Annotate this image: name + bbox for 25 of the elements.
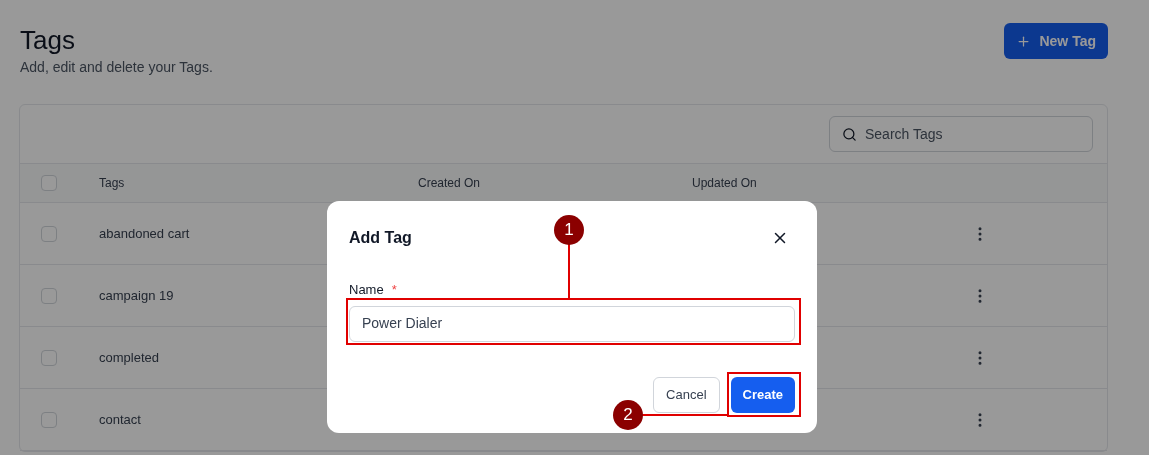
tag-name: abandoned cart xyxy=(99,224,190,243)
page-subtitle: Add, edit and delete your Tags. xyxy=(20,58,213,77)
row-checkbox[interactable] xyxy=(41,411,57,428)
plus-icon xyxy=(1016,33,1032,49)
tag-name: campaign 19 xyxy=(99,286,174,305)
cancel-button[interactable]: Cancel xyxy=(653,376,720,413)
name-input[interactable]: Power Dialer xyxy=(349,305,795,342)
column-header: Updated On xyxy=(692,175,757,192)
column-header: Created On xyxy=(418,175,482,192)
page-title: Tags xyxy=(20,24,75,57)
create-button[interactable]: Create xyxy=(730,376,795,413)
required-marker: * xyxy=(391,281,397,299)
search-icon xyxy=(842,126,857,142)
column-header: Tags xyxy=(99,175,126,192)
row-checkbox[interactable] xyxy=(41,349,57,366)
tag-name: completed xyxy=(99,348,159,367)
dialog-title: Add Tag xyxy=(349,228,412,248)
tag-name: contact xyxy=(99,410,141,429)
row-checkbox[interactable] xyxy=(41,225,57,242)
field-label: Name xyxy=(349,281,384,299)
new-tag-button[interactable]: New Tag xyxy=(1004,23,1108,59)
select-all-checkbox[interactable] xyxy=(41,175,57,191)
search-field[interactable]: Search Tags xyxy=(829,116,1093,152)
row-checkbox[interactable] xyxy=(41,287,57,304)
leader-line xyxy=(568,244,570,298)
